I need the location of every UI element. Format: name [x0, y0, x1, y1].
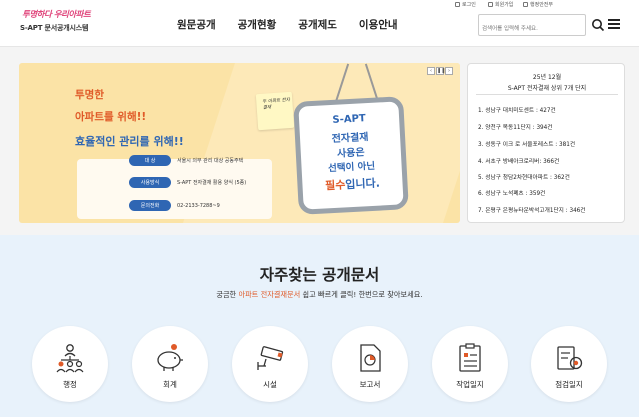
card-tail: 입니다. — [345, 176, 381, 192]
faq-category-accounting[interactable]: 회계 — [132, 326, 208, 402]
pause-button[interactable]: ❚❚ — [436, 67, 445, 75]
report-icon — [360, 344, 381, 372]
faq-category-report[interactable]: 보고서 — [332, 326, 408, 402]
hamburger-bar — [608, 27, 620, 29]
banner-row-value: S-APT 전자결재 활용 양식 (5종) — [177, 180, 247, 186]
ministry-label: 행정안전부 — [530, 2, 554, 8]
logo-slogan: 투명하다 우리아파트 — [22, 10, 91, 20]
banner-controls: ‹ ❚❚ › — [427, 67, 453, 75]
faq-category-label: 작업일지 — [456, 380, 484, 389]
search-input[interactable] — [482, 20, 582, 38]
banner-row-label: 대 상 — [129, 155, 171, 166]
signup-link[interactable]: 회원가입 — [488, 1, 513, 8]
faq-category-label: 점검일지 — [555, 380, 583, 389]
login-link[interactable]: 로그인 — [455, 1, 476, 8]
org-chart-icon — [56, 344, 84, 373]
search-box — [478, 14, 586, 38]
next-button[interactable]: › — [445, 67, 453, 75]
sticky-note-text: 두 아파트 전자결재 — [262, 97, 291, 111]
faq-category-work-log[interactable]: 작업일지 — [432, 326, 508, 402]
card-line-5: 필수입니다. — [302, 173, 403, 194]
faq-category-facility[interactable]: 시설 — [232, 326, 308, 402]
login-label: 로그인 — [462, 2, 476, 8]
banner-row-contact: 문의전화 02-2133-7288~9 — [129, 200, 220, 211]
menu-button[interactable] — [607, 17, 621, 31]
ranking-item[interactable]: 4. 서초구 방배아크로리버: 366건 — [478, 156, 559, 165]
banner-headline-1: 투명한 — [75, 89, 104, 101]
faq-category-admin[interactable]: 행정 — [32, 326, 108, 402]
building-icon — [523, 2, 528, 7]
faq-subtitle-pre: 궁금한 — [216, 290, 239, 299]
ranking-month: 25년 12월 — [532, 74, 562, 81]
ranking-divider — [476, 94, 618, 95]
lock-icon — [455, 2, 460, 7]
ranking-item[interactable]: 1. 성남구 대치미도센트 : 427건 — [478, 105, 556, 114]
faq-category-label: 회계 — [163, 380, 177, 389]
faq-category-inspection[interactable]: 점검일지 — [531, 326, 607, 402]
card-line-1: S-APT — [332, 113, 367, 126]
banner-row-value: 02-2133-7288~9 — [177, 202, 220, 209]
faq-category-label: 행정 — [63, 380, 77, 389]
banner-row-target: 대 상 서울시 의무 관리 대상 공동주택 — [129, 155, 243, 166]
ranking-item[interactable]: 7. 은평구 은평뉴타운박석고개1단지 : 346건 — [478, 205, 586, 214]
ranking-item[interactable]: 2. 양천구 목동11단지 : 394건 — [478, 122, 553, 131]
faq-subtitle: 궁금한 아파트 전자결재문서 쉽고 빠르게 클릭! 한번으로 찾아보세요. — [0, 290, 639, 300]
user-icon — [488, 2, 493, 7]
nav-item-disclosure-status[interactable]: 공개현황 — [238, 17, 277, 32]
promo-banner[interactable]: 투명한 아파트를 위해!! 효율적인 관리를 위해!! 대 상 서울시 의무 관… — [19, 63, 460, 223]
ranking-title: S-APT 전자결재 상위 7개 단지 — [507, 85, 587, 92]
faq-category-label: 시설 — [263, 380, 277, 389]
banner-row-value: 서울시 의무 관리 대상 공동주택 — [177, 158, 244, 164]
ranking-panel: 25년 12월 S-APT 전자결재 상위 7개 단지 1. 성남구 대치미도센… — [467, 63, 625, 223]
site-logo[interactable]: 투명하다 우리아파트 S-APT 문서공개시스템 — [18, 8, 98, 40]
nav-item-user-guide[interactable]: 이용안내 — [359, 17, 398, 32]
main-nav: 원문공개 공개현황 공개제도 이용안내 — [160, 17, 398, 32]
promo-card: S-APT 전자결재 사용은 선택이 아닌 필수입니다. — [293, 96, 409, 215]
work-log-icon — [459, 343, 481, 372]
banner-headline-2: 아파트를 위해!! — [75, 111, 147, 123]
piggy-bank-icon — [157, 344, 183, 371]
ministry-link[interactable]: 행정안전부 — [523, 1, 553, 8]
banner-headline-3: 효율적인 관리를 위해!! — [75, 135, 184, 148]
faq-subtitle-post: 쉽고 빠르게 클릭! 한번으로 찾아보세요. — [300, 290, 423, 299]
sticky-note: 두 아파트 전자결재 — [255, 91, 295, 131]
banner-row-method: 사용방식 S-APT 전자결재 활용 양식 (5종) — [129, 177, 246, 188]
signup-label: 회원가입 — [495, 2, 514, 8]
banner-row-label: 문의전화 — [129, 200, 171, 211]
hamburger-icon — [608, 19, 620, 21]
faq-subtitle-highlight: 아파트 전자결재문서 — [238, 290, 301, 299]
ranking-item[interactable]: 6. 성남구 노석폐츠 : 359건 — [478, 188, 545, 197]
nav-item-original-docs[interactable]: 원문공개 — [177, 17, 216, 32]
prev-button[interactable]: ‹ — [427, 67, 435, 75]
inspection-icon — [557, 346, 583, 370]
ranking-item[interactable]: 5. 성남구 청담2차현대아파트 : 362건 — [478, 172, 570, 181]
page: 로그인 회원가입 행정안전부 투명하다 우리아파트 S-APT 문서공개시스템 … — [0, 0, 639, 417]
logo-name: S-APT 문서공개시스템 — [20, 24, 89, 32]
cctv-icon — [257, 346, 284, 370]
banner-row-label: 사용방식 — [129, 177, 171, 188]
faq-category-label: 보고서 — [359, 380, 381, 389]
search-icon — [592, 19, 605, 32]
hamburger-bar — [608, 23, 620, 25]
nav-item-disclosure-policy[interactable]: 공개제도 — [298, 17, 337, 32]
ranking-item[interactable]: 3. 성동구 이크 로 서울포레스트 : 381건 — [478, 139, 575, 148]
card-highlight: 필수 — [324, 178, 346, 193]
search-button[interactable] — [591, 17, 605, 32]
faq-title: 자주찾는 공개문서 — [259, 266, 380, 284]
